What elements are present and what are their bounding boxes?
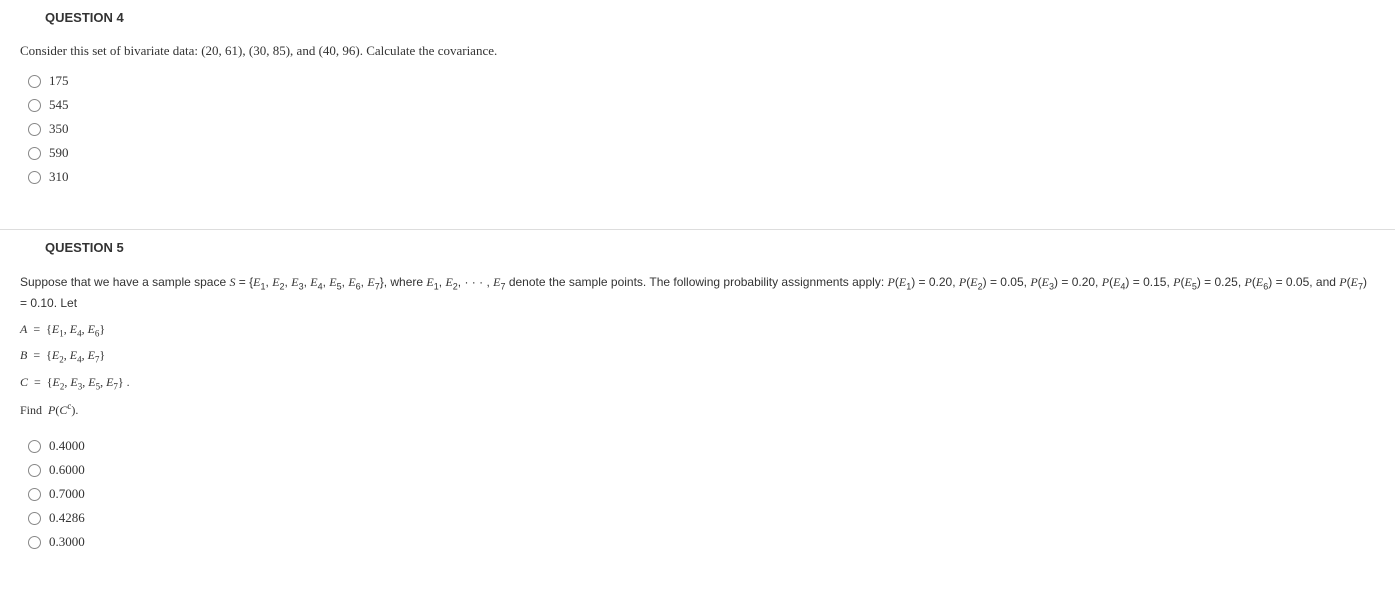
option-row[interactable]: 0.3000 [28,530,1375,554]
option-label: 590 [49,145,69,161]
option-row[interactable]: 545 [28,93,1375,117]
radio-icon[interactable] [28,464,41,477]
option-row[interactable]: 0.4286 [28,506,1375,530]
option-row[interactable]: 310 [28,165,1375,189]
option-label: 310 [49,169,69,185]
question-4-header: QUESTION 4 [20,10,1375,25]
radio-icon[interactable] [28,171,41,184]
option-label: 175 [49,73,69,89]
option-row[interactable]: 590 [28,141,1375,165]
radio-icon[interactable] [28,99,41,112]
question-5-block: QUESTION 5 Suppose that we have a sample… [0,230,1395,574]
radio-icon[interactable] [28,440,41,453]
option-label: 0.3000 [49,534,85,550]
question-5-header: QUESTION 5 [20,240,1375,255]
option-row[interactable]: 0.6000 [28,458,1375,482]
set-c-definition: C = {E2, E3, E5, E7} . [20,375,1375,391]
option-row[interactable]: 0.4000 [28,434,1375,458]
question-5-text: Suppose that we have a sample space S = … [20,273,1375,312]
question-4-block: QUESTION 4 Consider this set of bivariat… [0,0,1395,209]
option-label: 0.4000 [49,438,85,454]
radio-icon[interactable] [28,123,41,136]
radio-icon[interactable] [28,75,41,88]
option-label: 0.6000 [49,462,85,478]
find-prompt: Find P(Cc). [20,401,1375,418]
q5-intro1: Suppose that we have a sample space [20,275,229,289]
option-row[interactable]: 0.7000 [28,482,1375,506]
set-a-definition: A = {E1, E4, E6} [20,322,1375,338]
radio-icon[interactable] [28,488,41,501]
radio-icon[interactable] [28,147,41,160]
option-label: 545 [49,97,69,113]
option-row[interactable]: 350 [28,117,1375,141]
set-b-definition: B = {E2, E4, E7} [20,348,1375,364]
question-5-options: 0.4000 0.6000 0.7000 0.4286 0.3000 [20,434,1375,554]
option-label: 0.4286 [49,510,85,526]
option-label: 350 [49,121,69,137]
option-label: 0.7000 [49,486,85,502]
radio-icon[interactable] [28,536,41,549]
question-4-options: 175 545 350 590 310 [20,69,1375,189]
option-row[interactable]: 175 [28,69,1375,93]
question-4-text: Consider this set of bivariate data: (20… [20,43,1375,59]
radio-icon[interactable] [28,512,41,525]
